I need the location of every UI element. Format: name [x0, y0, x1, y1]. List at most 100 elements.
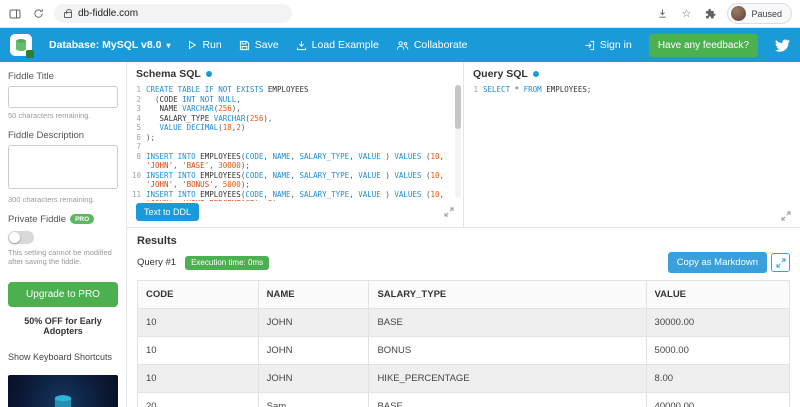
table-cell: 20 [137, 392, 259, 407]
upgrade-pro-button[interactable]: Upgrade to PRO [8, 282, 118, 307]
table-row: 10 JOHN BONUS 5000.00 [137, 336, 791, 365]
query-panel: Query SQL 1 SELECT * FROM EMPLOYEES; [464, 62, 800, 227]
table-cell: HIKE_PERCENTAGE [368, 364, 647, 393]
table-cell: JOHN [257, 336, 370, 365]
pro-badge: PRO [70, 214, 95, 224]
profile-paused-badge[interactable]: Paused [727, 3, 792, 24]
line-number: 8 [136, 151, 141, 161]
code-line: 2 (CODE INT NOT NULL, [130, 95, 453, 105]
text-to-ddl-button[interactable]: Text to DDL [136, 203, 200, 221]
address-bar[interactable]: db-fiddle.com [54, 4, 292, 23]
run-button[interactable]: Run [187, 39, 222, 51]
results-table: CODE NAME SALARY_TYPE VALUE 10 JOHN BASE 30000… [137, 280, 791, 407]
ad-database-graphic [54, 395, 72, 407]
table-cell: JOHN [257, 308, 370, 337]
fiddle-description-label: Fiddle Description [8, 129, 85, 141]
editors-row: Schema SQL 1 CREATE TABLE IF NOT EXISTS E… [127, 62, 800, 228]
results-table-body: 10 JOHN BASE 30000.00 10 JOHN BONUS 5000.00 10 JO… [137, 308, 791, 407]
copy-as-markdown-button[interactable]: Copy as Markdown [667, 252, 767, 273]
discount-text: 50% OFF for Early Adopters [24, 316, 102, 336]
save-icon [239, 40, 249, 50]
line-number [130, 161, 146, 171]
sidebar: Fiddle Title 50 characters remaining. Fi… [0, 62, 127, 407]
carbon-ad: Automate machine learning to increase pr… [8, 375, 118, 407]
table-cell: 10 [137, 308, 259, 337]
results-title: Results [137, 235, 177, 247]
code-line: 1 CREATE TABLE IF NOT EXISTS EMPLOYEES [130, 85, 453, 95]
private-fiddle-label: Private Fiddle [8, 213, 67, 225]
execution-time-badge: Execution time: 0ms [185, 255, 270, 270]
line-number: 3 [136, 104, 141, 113]
star-icon[interactable]: ☆ [679, 7, 693, 21]
schema-editor[interactable]: 1 CREATE TABLE IF NOT EXISTS EMPLOYEES 2 (… [127, 82, 463, 201]
line-number: 2 [136, 94, 141, 104]
code-line: 7 [130, 142, 453, 152]
query-expand-icon[interactable] [781, 211, 791, 221]
schema-expand-icon[interactable] [444, 207, 454, 217]
code-line: 1 SELECT * FROM EMPLOYEES; [467, 85, 790, 95]
results-table-header-row: CODE NAME SALARY_TYPE VALUE [137, 280, 791, 309]
play-icon [189, 40, 197, 50]
twitter-icon[interactable] [775, 38, 790, 52]
query-editor[interactable]: 1 SELECT * FROM EMPLOYEES; [464, 82, 800, 209]
side-panel-icon[interactable] [8, 7, 22, 21]
feedback-button[interactable]: Have any feedback? [648, 33, 758, 57]
schema-scrollbar[interactable] [455, 85, 461, 198]
table-cell: 40000.00 [645, 392, 791, 407]
results-section: Results Query #1 Execution time: 0ms Cop… [127, 228, 800, 407]
refresh-icon[interactable] [31, 7, 45, 21]
line-number: 4 [136, 113, 141, 123]
title-chars-remaining: 50 characters remaining. [8, 111, 91, 120]
code-line: 'JOHN', 'BONUS', 5000); [130, 180, 453, 190]
sign-in-button[interactable]: Sign in [584, 39, 632, 51]
table-cell: BONUS [368, 336, 647, 365]
keyboard-shortcuts-link[interactable]: Show Keyboard Shortcuts [8, 352, 118, 362]
results-expand-icon[interactable] [771, 253, 790, 272]
save-button[interactable]: Save [239, 39, 279, 51]
column-header: CODE [137, 280, 259, 309]
fiddle-title-label: Fiddle Title [8, 71, 54, 82]
table-row: 10 JOHN HIKE_PERCENTAGE 8.00 [137, 364, 791, 393]
fiddle-description-input[interactable] [8, 144, 118, 189]
schema-code: 1 CREATE TABLE IF NOT EXISTS EMPLOYEES 2 (… [130, 85, 453, 201]
unsaved-indicator-dot [205, 71, 212, 77]
query-code: 1 SELECT * FROM EMPLOYEES; [467, 85, 790, 95]
ad-image[interactable] [8, 375, 118, 407]
line-number: 5 [136, 123, 141, 132]
description-chars-remaining: 300 characters remaining. [8, 194, 95, 204]
db-fiddle-logo[interactable] [10, 34, 34, 58]
table-cell: JOHN [257, 364, 370, 393]
table-cell: 30000.00 [645, 308, 791, 337]
load-example-button[interactable]: Load Example [296, 39, 379, 51]
table-cell: BASE [368, 308, 647, 337]
line-number: 10 [131, 170, 141, 180]
schema-panel-title: Schema SQL [136, 68, 201, 80]
code-line: 'JOHN', 'HIKE_PERCENTAGE', 8); [130, 199, 453, 201]
database-selector[interactable]: Database: MySQL v8.0 ▾ [49, 39, 170, 51]
people-icon [396, 40, 409, 50]
code-line: 4 SALARY_TYPE VARCHAR(256), [130, 114, 453, 124]
sync-paused-label: Paused [751, 8, 782, 19]
collaborate-button[interactable]: Collaborate [396, 39, 468, 51]
code-line: 8 INSERT INTO EMPLOYEES(CODE, NAME, SALAR… [130, 152, 453, 162]
avatar [731, 6, 747, 21]
extensions-icon[interactable] [703, 7, 717, 21]
table-cell: BASE [368, 392, 647, 407]
column-header: SALARY_TYPE [368, 280, 647, 309]
download-icon[interactable] [655, 7, 669, 21]
line-number: 11 [131, 189, 141, 199]
line-number: 1 [473, 85, 478, 94]
code-line: 10 INSERT INTO EMPLOYEES(CODE, NAME, SALA… [131, 170, 445, 180]
schema-panel: Schema SQL 1 CREATE TABLE IF NOT EXISTS E… [127, 62, 464, 227]
line-number [130, 199, 146, 201]
table-row: 20 Sam BASE 40000.00 [137, 392, 791, 407]
line-number [130, 180, 146, 190]
url-text: db-fiddle.com [78, 8, 139, 19]
fiddle-title-input[interactable] [8, 86, 118, 108]
table-cell: 5000.00 [645, 336, 791, 365]
private-fiddle-toggle[interactable] [8, 230, 34, 244]
column-header: VALUE [645, 280, 791, 309]
code-line: 6); [130, 133, 453, 143]
app-toolbar: Database: MySQL v8.0 ▾ Run Save Load Exa… [0, 28, 800, 62]
code-line: 11 INSERT INTO EMPLOYEES(CODE, NAME, SALA… [131, 189, 445, 199]
